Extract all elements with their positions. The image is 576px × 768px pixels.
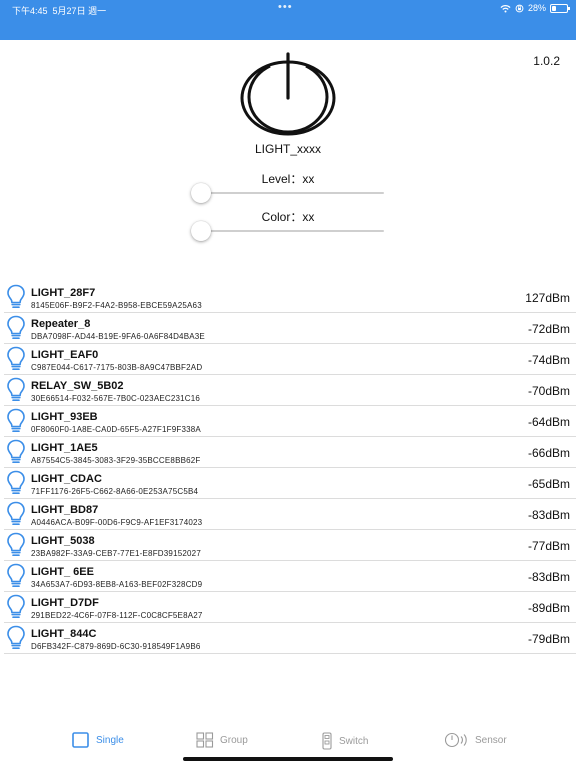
device-rssi: 127dBm: [525, 291, 570, 305]
device-name: LIGHT_93EB: [31, 411, 98, 423]
lightbulb-icon: [7, 377, 25, 402]
remote-icon: [322, 732, 332, 750]
device-name: LIGHT_ 6EE: [31, 566, 94, 578]
tab-single[interactable]: Single: [72, 732, 124, 748]
tab-group[interactable]: Group: [196, 732, 248, 748]
sensor-icon: [444, 732, 467, 748]
level-slider-thumb[interactable]: [191, 183, 211, 203]
device-name: Repeater_8: [31, 318, 91, 330]
color-slider[interactable]: [191, 221, 384, 241]
device-rssi: -83dBm: [527, 570, 570, 584]
home-indicator[interactable]: [183, 757, 393, 761]
device-list: LIGHT_28F7 8145E06F-B9F2-F4A2-B958-EBCE5…: [0, 282, 576, 654]
device-name: LIGHT_844C: [31, 628, 97, 640]
multitask-dots[interactable]: •••: [278, 1, 293, 13]
selected-device-name: LIGHT_xxxx: [254, 142, 321, 156]
device-rssi: -79dBm: [527, 632, 570, 646]
square-icon: [72, 732, 89, 748]
device-name: LIGHT_28F7: [31, 287, 96, 299]
device-rssi: -77dBm: [527, 539, 570, 553]
device-row[interactable]: LIGHT_CDAC 71FF1176-26F5-C662-8A66-0E253…: [4, 468, 576, 499]
device-rssi: -66dBm: [527, 446, 570, 460]
battery-percent: 28%: [527, 3, 546, 13]
device-rssi: -70dBm: [527, 384, 570, 398]
device-name: LIGHT_EAF0: [31, 349, 99, 361]
device-row[interactable]: LIGHT_28F7 8145E06F-B9F2-F4A2-B958-EBCE5…: [4, 282, 576, 313]
tab-sensor-label: Sensor: [475, 734, 507, 746]
lightbulb-icon: [7, 625, 25, 650]
device-rssi: -65dBm: [527, 477, 570, 491]
device-uuid: 291BED22-4C6F-07F8-112F-C0C8CF5E8A27: [31, 611, 203, 620]
device-rssi: -74dBm: [527, 353, 570, 367]
device-uuid: A0446ACA-B09F-00D6-F9C9-AF1EF3174023: [31, 518, 203, 527]
device-row[interactable]: LIGHT_5038 23BA982F-33A9-CEB7-77E1-E8FD3…: [4, 530, 576, 561]
device-row[interactable]: LIGHT_ 6EE 34A653A7-6D93-8EB8-A163-BEF02…: [4, 561, 576, 592]
level-slider-track: [192, 192, 384, 194]
device-rssi: -72dBm: [527, 322, 570, 336]
device-rssi: -83dBm: [527, 508, 570, 522]
lightbulb-icon: [7, 563, 25, 588]
device-uuid: 30E66514-F032-567E-7B0C-023AEC231C16: [31, 394, 201, 403]
battery-level-fill: [552, 5, 557, 11]
lightbulb-icon: [7, 470, 25, 495]
battery-tip: [568, 6, 570, 10]
device-rssi: -64dBm: [527, 415, 570, 429]
device-uuid: DBA7098F-AD44-B19E-9FA6-0A6F84D4BA3E: [31, 332, 205, 341]
app-version: 1.0.2: [533, 54, 560, 68]
device-name: LIGHT_CDAC: [31, 473, 102, 485]
device-row[interactable]: LIGHT_844C D6FB342F-C879-869D-6C30-91854…: [4, 623, 576, 654]
device-name: LIGHT_D7DF: [31, 597, 99, 609]
status-time: 下午4:45: [12, 6, 48, 16]
wifi-icon: [500, 4, 511, 13]
status-time-date: 下午4:45 5月27日 週一: [12, 4, 106, 17]
device-uuid: 71FF1176-26F5-C662-8A66-0E253A75C5B4: [31, 487, 199, 496]
device-rssi: -89dBm: [527, 601, 570, 615]
tab-single-label: Single: [96, 734, 124, 746]
device-row[interactable]: LIGHT_EAF0 C987E044-C617-7175-803B-8A9C4…: [4, 344, 576, 375]
device-uuid: C987E044-C617-7175-803B-8A9C47BBF2AD: [31, 363, 203, 372]
orientation-lock-icon: [515, 4, 524, 12]
device-row[interactable]: LIGHT_1AE5 A87554C5-3845-3083-3F29-35BCC…: [4, 437, 576, 468]
color-slider-thumb[interactable]: [191, 221, 211, 241]
device-row[interactable]: LIGHT_BD87 A0446ACA-B09F-00D6-F9C9-AF1EF…: [4, 499, 576, 530]
level-slider[interactable]: [191, 183, 384, 203]
lightbulb-icon: [7, 501, 25, 526]
lightbulb-icon: [7, 594, 25, 619]
device-uuid: 34A653A7-6D93-8EB8-A163-BEF02F328CD9: [31, 580, 203, 589]
lightbulb-icon: [7, 439, 25, 464]
grid-icon: [196, 732, 214, 748]
device-row[interactable]: LIGHT_D7DF 291BED22-4C6F-07F8-112F-C0C8C…: [4, 592, 576, 623]
tab-sensor[interactable]: Sensor: [443, 732, 507, 748]
device-row[interactable]: Repeater_8 DBA7098F-AD44-B19E-9FA6-0A6F8…: [4, 313, 576, 344]
color-slider-track: [192, 230, 384, 232]
device-name: LIGHT_1AE5: [31, 442, 98, 454]
device-uuid: 8145E06F-B9F2-F4A2-B958-EBCE59A25A63: [31, 301, 202, 310]
lightbulb-icon: [7, 315, 25, 340]
tab-group-label: Group: [220, 734, 248, 746]
power-icon[interactable]: [240, 52, 336, 138]
device-name: RELAY_SW_5B02: [31, 380, 124, 392]
device-uuid: A87554C5-3845-3083-3F29-35BCCE8BB62F: [31, 456, 201, 465]
device-name: LIGHT_5038: [31, 535, 95, 547]
tab-switch-label: Switch: [339, 735, 369, 747]
device-uuid: 0F8060F0-1A8E-CA0D-65F5-A27F1F9F338A: [31, 425, 201, 434]
lightbulb-icon: [7, 408, 25, 433]
device-uuid: D6FB342F-C879-869D-6C30-918549F1A9B6: [31, 642, 201, 651]
lightbulb-icon: [7, 284, 25, 309]
lightbulb-icon: [7, 532, 25, 557]
device-row[interactable]: LIGHT_93EB 0F8060F0-1A8E-CA0D-65F5-A27F1…: [4, 406, 576, 437]
device-name: LIGHT_BD87: [31, 504, 99, 516]
tab-switch[interactable]: Switch: [321, 732, 368, 750]
status-bar: 下午4:45 5月27日 週一 ••• 28%: [0, 0, 576, 40]
tab-bar: Single Group Switch Sensor: [0, 724, 576, 760]
device-uuid: 23BA982F-33A9-CEB7-77E1-E8FD39152027: [31, 549, 201, 558]
status-indicators: 28%: [500, 3, 570, 13]
status-date: 5月27日 週一: [52, 6, 107, 16]
lightbulb-icon: [7, 346, 25, 371]
battery-icon: [550, 3, 570, 13]
device-row[interactable]: RELAY_SW_5B02 30E66514-F032-567E-7B0C-02…: [4, 375, 576, 406]
